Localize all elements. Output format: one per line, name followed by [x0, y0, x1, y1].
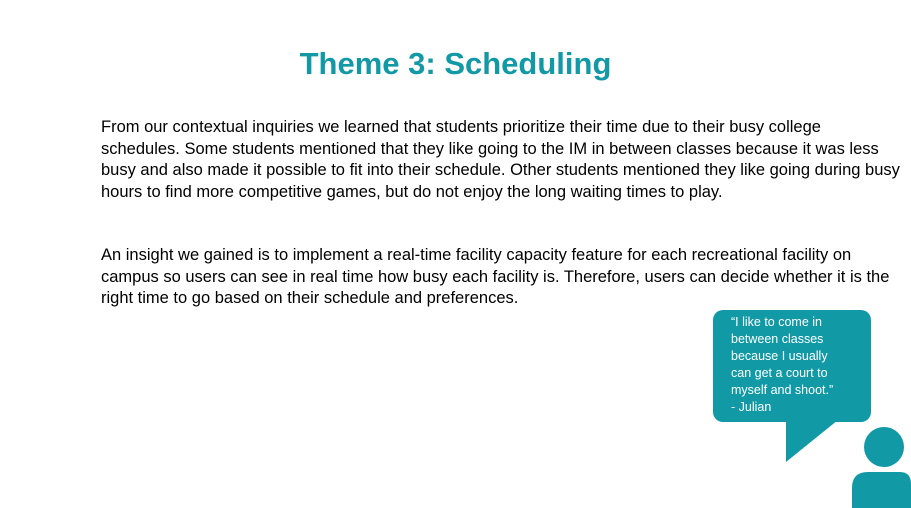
person-icon — [852, 427, 911, 508]
quote-text: “I like to come in between classes becau… — [731, 315, 834, 414]
slide: Theme 3: Scheduling From our contextual … — [0, 0, 911, 508]
speech-bubble-tail — [786, 420, 838, 462]
findings-paragraph: From our contextual inquiries we learned… — [101, 118, 900, 201]
insight-paragraph: An insight we gained is to implement a r… — [101, 246, 890, 307]
slide-title: Theme 3: Scheduling — [299, 46, 612, 81]
